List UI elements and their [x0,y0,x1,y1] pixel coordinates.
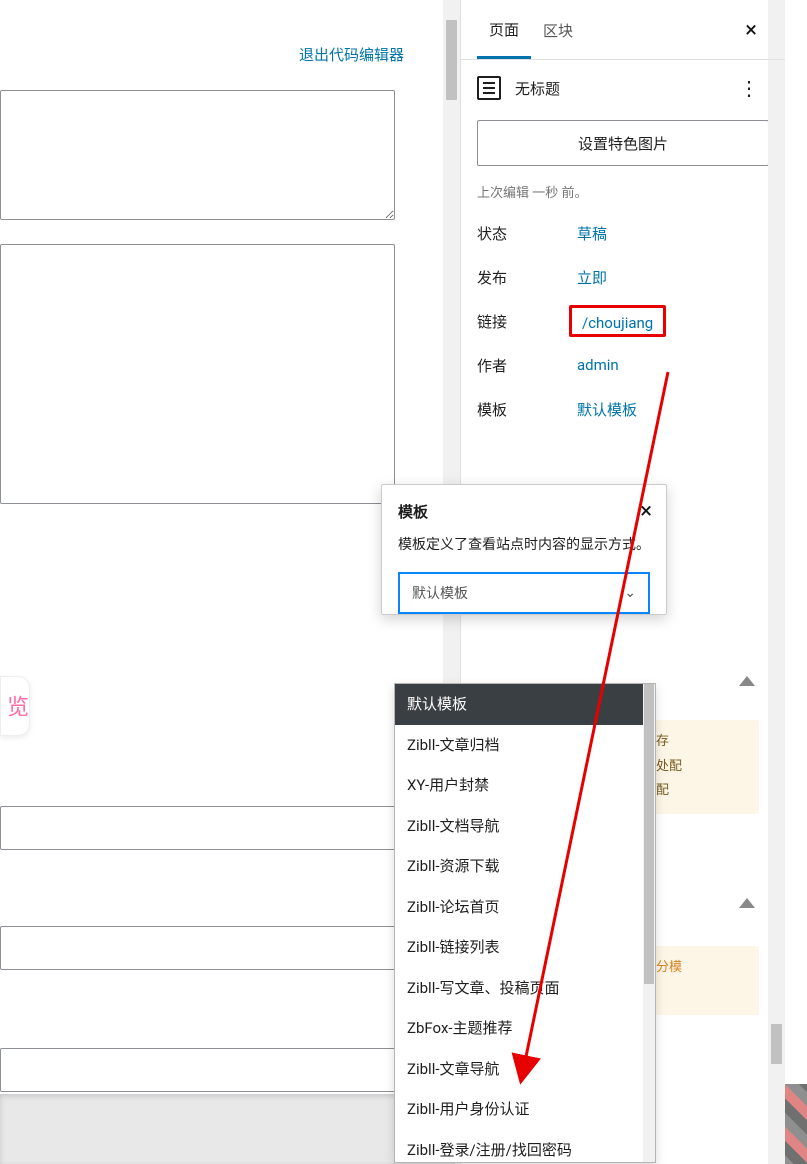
meta-value-publish[interactable]: 立即 [577,267,607,288]
template-option[interactable]: Zibll-文章归档 [395,725,655,766]
template-option[interactable]: Zibll-资源下载 [395,846,655,887]
settings-input-2[interactable] [0,926,407,970]
template-option[interactable]: Zibll-论坛首页 [395,887,655,928]
annotation-highlight-link: /choujiang [569,305,666,337]
template-option[interactable]: XY-用户封禁 [395,765,655,806]
close-sidebar-icon[interactable]: × [745,18,757,43]
meta-label-template: 模板 [477,399,577,420]
page-title: 无标题 [515,78,560,99]
meta-label-link: 链接 [477,311,577,332]
bottom-shelf [0,1094,455,1164]
page-more-icon[interactable]: ⋮ [739,76,759,100]
dropdown-scrollbar-thumb[interactable] [644,684,654,984]
template-option[interactable]: Zibll-链接列表 [395,927,655,968]
page-icon [477,76,501,100]
template-option[interactable]: Zibll-文档导航 [395,806,655,847]
sidebar-panel: 页面 区块 × 无标题 ⋮ 设置特色图片 上次编辑 一秒 前。 状态 草稿 发布… [460,0,785,1164]
meta-value-link[interactable]: /choujiang [582,314,653,332]
template-popover: 模板 × 模板定义了查看站点时内容的显示方式。 默认模板 ⌄ 默认模板Zibll… [381,484,667,615]
collapse-caret-icon-2[interactable] [739,898,755,908]
collapse-caret-icon-1[interactable] [739,676,755,686]
meta-row-author: 作者 admin [477,343,769,387]
preview-tab-handle[interactable]: 览 [0,676,30,736]
template-option[interactable]: Zibll-登录/注册/找回密码 [395,1130,655,1164]
meta-row-link: 链接 /choujiang [477,299,769,343]
popover-title: 模板 [398,501,650,522]
template-option[interactable]: 默认模板 [395,684,655,725]
template-dropdown-list: 默认模板Zibll-文章归档XY-用户封禁Zibll-文档导航Zibll-资源下… [394,683,656,1163]
tab-block[interactable]: 区块 [531,2,585,57]
tab-page[interactable]: 页面 [477,1,531,59]
last-edited-text: 上次编辑 一秒 前。 [477,182,769,201]
dropdown-scrollbar-track[interactable] [643,684,655,1162]
set-featured-image-button[interactable]: 设置特色图片 [477,120,769,166]
popover-description: 模板定义了查看站点时内容的显示方式。 [398,534,650,558]
meta-row-status: 状态 草稿 [477,211,769,255]
meta-value-status[interactable]: 草稿 [577,223,607,244]
template-option[interactable]: Zibll-写文章、投稿页面 [395,968,655,1009]
right-scrollbar-track[interactable] [768,0,785,1164]
template-option[interactable]: ZbFox-主题推荐 [395,1008,655,1049]
page-meta-table: 状态 草稿 发布 立即 链接 /choujiang 作者 admin 模板 默认… [477,211,769,431]
chevron-down-icon: ⌄ [624,585,636,601]
meta-row-template: 模板 默认模板 [477,387,769,431]
template-select[interactable]: 默认模板 ⌄ [398,572,650,614]
settings-input-3[interactable] [0,1048,407,1092]
meta-label-status: 状态 [477,223,577,244]
template-option[interactable]: Zibll-用户身份认证 [395,1089,655,1130]
meta-value-author[interactable]: admin [577,356,619,374]
content-textarea[interactable] [0,244,395,504]
title-textarea[interactable] [0,90,395,220]
meta-row-publish: 发布 立即 [477,255,769,299]
page-header-row: 无标题 ⋮ [461,60,785,112]
meta-label-publish: 发布 [477,267,577,288]
meta-value-template[interactable]: 默认模板 [577,399,637,420]
sidebar-tabs: 页面 区块 × [461,0,785,60]
close-popover-icon[interactable]: × [640,499,652,524]
settings-input-1[interactable] [0,806,407,850]
template-option[interactable]: Zibll-文章导航 [395,1049,655,1090]
meta-label-author: 作者 [477,355,577,376]
exit-code-editor-link[interactable]: 退出代码编辑器 [299,44,404,65]
template-select-value: 默认模板 [412,583,468,603]
right-scrollbar-thumb[interactable] [771,1024,782,1064]
left-scrollbar-thumb[interactable] [446,20,457,100]
